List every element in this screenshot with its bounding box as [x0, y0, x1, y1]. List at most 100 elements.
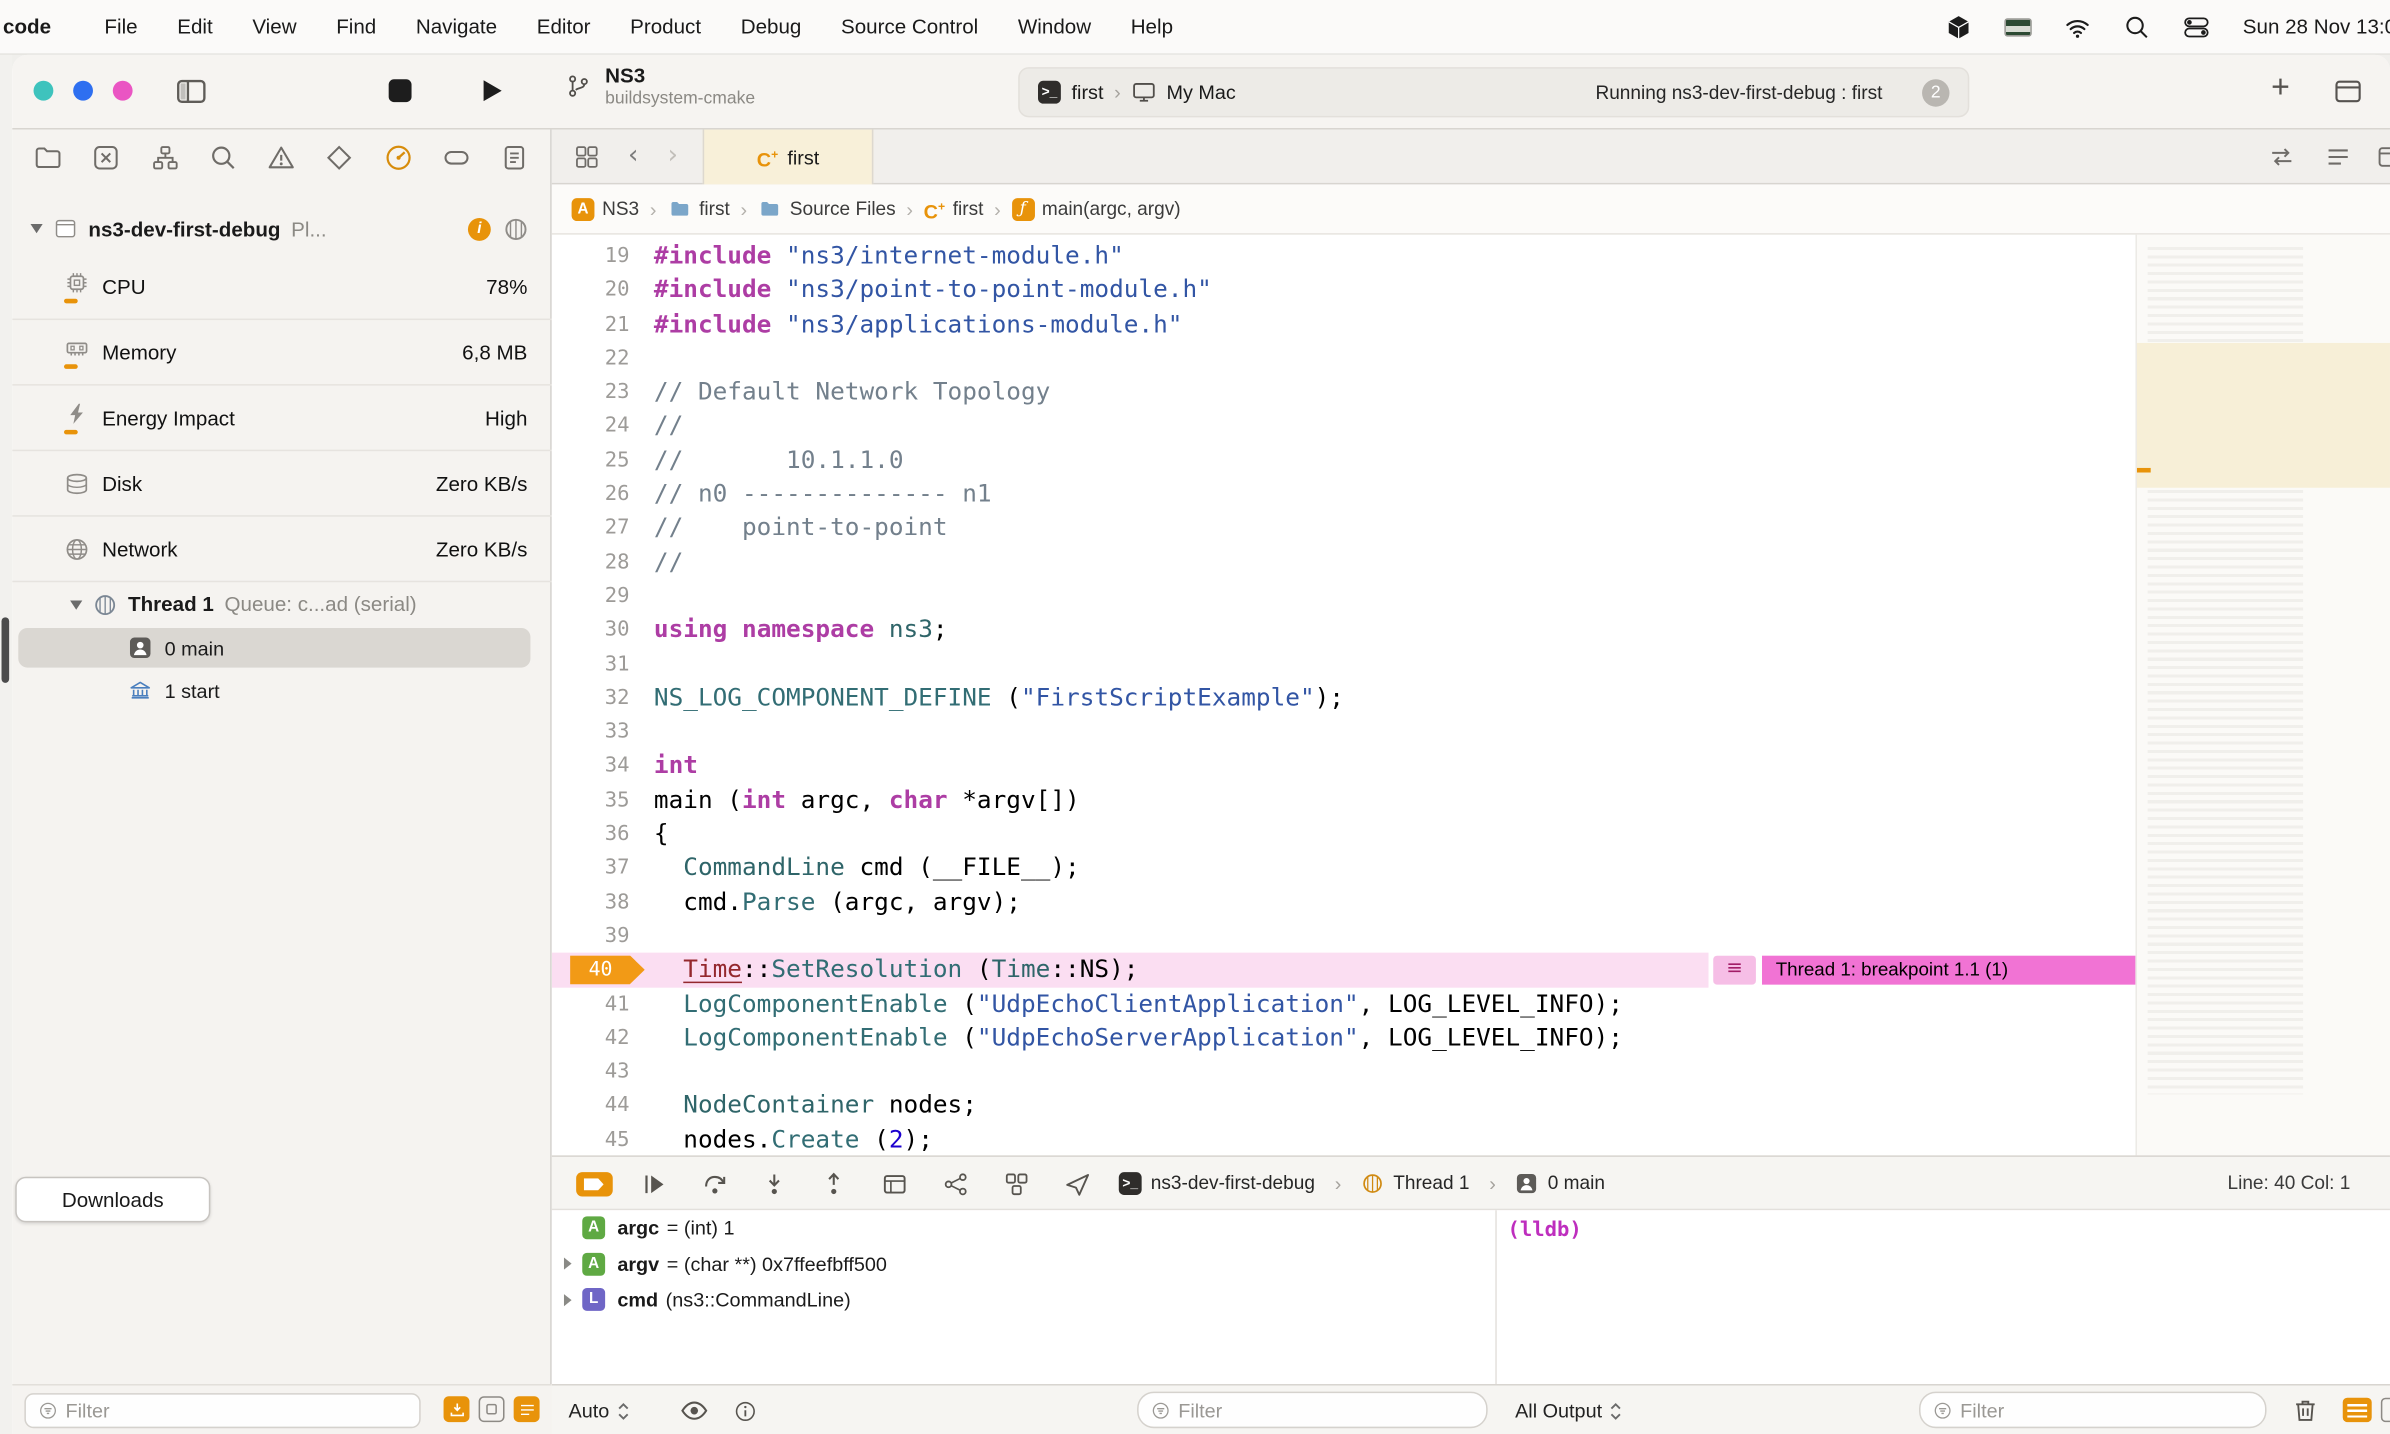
menu-item-view[interactable]: View: [233, 15, 317, 38]
gutter-line-number[interactable]: 28: [552, 545, 630, 579]
step-into-icon[interactable]: [761, 1171, 788, 1206]
variables-scope-selector[interactable]: Auto: [569, 1386, 631, 1434]
app-menu-title[interactable]: code: [0, 15, 51, 38]
console-output-selector[interactable]: All Output: [1515, 1386, 1623, 1434]
menu-item-navigate[interactable]: Navigate: [396, 15, 517, 38]
add-editor-icon[interactable]: [2376, 143, 2390, 170]
minimize-window-button[interactable]: [73, 80, 93, 101]
code-text[interactable]: #include "ns3/point-to-point-module.h": [654, 273, 1212, 307]
control-center-icon[interactable]: [2183, 13, 2210, 40]
gutter-line-number[interactable]: 30: [552, 613, 630, 647]
gutter-line-number[interactable]: 39: [552, 919, 630, 953]
menu-item-window[interactable]: Window: [998, 15, 1111, 38]
navigator-tab-issues-icon[interactable]: [267, 143, 296, 172]
step-over-icon[interactable]: [701, 1171, 728, 1206]
library-add-button[interactable]: +: [2271, 70, 2290, 107]
gutter-line-number[interactable]: 23: [552, 375, 630, 409]
spotlight-search-icon[interactable]: [2124, 13, 2151, 40]
navigator-tab-find-icon[interactable]: [208, 143, 237, 172]
breadcrumb-1[interactable]: A NS3: [571, 197, 639, 221]
menu-item-edit[interactable]: Edit: [157, 15, 232, 38]
navigator-tab-breakpoints-icon[interactable]: [442, 143, 471, 172]
gutter-line-number[interactable]: 29: [552, 579, 630, 613]
continue-execution-icon[interactable]: [640, 1171, 667, 1206]
wifi-icon[interactable]: [2064, 13, 2091, 40]
menu-item-source-control[interactable]: Source Control: [821, 15, 998, 38]
menu-item-product[interactable]: Product: [610, 15, 721, 38]
breakpoint-indicator[interactable]: 40: [570, 955, 645, 985]
menu-bar-clock[interactable]: Sun 28 Nov 13:0: [2243, 15, 2390, 38]
environment-overrides-icon[interactable]: [1003, 1171, 1030, 1206]
disclosure-triangle-icon[interactable]: [563, 1257, 572, 1271]
memory-graph-icon[interactable]: [942, 1171, 969, 1206]
run-button[interactable]: [477, 75, 506, 107]
gutter-line-number[interactable]: 43: [552, 1055, 630, 1089]
code-text[interactable]: #include "ns3/internet-module.h": [654, 239, 1124, 273]
breadcrumb-2[interactable]: first: [667, 198, 730, 219]
navigator-tab-tests-icon[interactable]: [325, 143, 354, 172]
variable-row-argv[interactable]: Aargv = (char **) 0x7ffeefbff500: [552, 1246, 1495, 1282]
debug-crumb-thread[interactable]: Thread 1: [1393, 1172, 1469, 1193]
gutter-line-number[interactable]: 41: [552, 987, 630, 1021]
breadcrumb-5[interactable]: ƒ main(argc, argv): [1011, 197, 1181, 221]
console-filter-field[interactable]: Filter: [1919, 1391, 2267, 1429]
code-text[interactable]: NodeContainer nodes;: [654, 1089, 977, 1123]
debug-crumb-process[interactable]: ns3-dev-first-debug: [1151, 1172, 1315, 1193]
menu-item-editor[interactable]: Editor: [517, 15, 610, 38]
gauge-row-network[interactable]: Network Zero KB/s: [12, 517, 552, 583]
related-items-icon[interactable]: [573, 143, 600, 170]
navigator-tab-symbols-icon[interactable]: [150, 143, 179, 172]
navigator-tab-reports-icon[interactable]: [500, 143, 529, 172]
gutter-line-number[interactable]: 27: [552, 511, 630, 545]
code-text[interactable]: #include "ns3/applications-module.h": [654, 307, 1183, 341]
gauge-row-energy-impact[interactable]: Energy Impact High: [12, 386, 552, 452]
gutter-line-number[interactable]: 45: [552, 1123, 630, 1155]
menu-item-find[interactable]: Find: [316, 15, 396, 38]
gutter-line-number[interactable]: 24: [552, 409, 630, 443]
code-text[interactable]: Time::SetResolution (Time::NS);: [654, 953, 1138, 987]
code-text[interactable]: NS_LOG_COMPONENT_DEFINE ("FirstScriptExa…: [654, 681, 1344, 715]
source-editor[interactable]: 19 #include "ns3/internet-module.h" 20 #inc…: [551, 234, 2390, 1156]
gutter-line-number[interactable]: 36: [552, 817, 630, 851]
flat-list-toggle-icon[interactable]: [478, 1396, 505, 1423]
stack-frame-main[interactable]: 0 main: [12, 626, 552, 669]
thread-row[interactable]: Thread 1 Queue: c...ad (serial): [70, 584, 527, 625]
stop-button[interactable]: [388, 79, 412, 103]
gauge-row-disk[interactable]: Disk Zero KB/s: [12, 451, 552, 517]
editor-options-icon[interactable]: [2324, 143, 2351, 170]
variable-row-argc[interactable]: Aargc = (int) 1: [552, 1210, 1495, 1246]
disclosure-chevron-icon[interactable]: [70, 599, 83, 609]
debug-pane-divider[interactable]: [1495, 1210, 1497, 1385]
debug-pane-toggle-icon[interactable]: [2380, 1397, 2390, 1423]
variable-row-cmd[interactable]: Lcmd (ns3::CommandLine): [552, 1282, 1495, 1318]
debug-crumb-frame[interactable]: 0 main: [1548, 1172, 1605, 1193]
close-window-button[interactable]: [33, 80, 54, 101]
menu-item-file[interactable]: File: [85, 15, 158, 38]
console-pane-toggle-icon[interactable]: [2342, 1397, 2372, 1423]
gauge-row-cpu[interactable]: CPU 78%: [12, 255, 552, 321]
window-edge-handle[interactable]: [1, 617, 10, 683]
run-destination-selector[interactable]: My Mac: [1166, 81, 1235, 104]
breakpoints-toggle-button[interactable]: [576, 1172, 613, 1197]
gauge-row-memory[interactable]: Memory 6,8 MB: [12, 320, 552, 386]
code-text[interactable]: LogComponentEnable ("UdpEchoServerApplic…: [654, 1021, 1623, 1055]
threads-ring-icon[interactable]: [503, 216, 529, 242]
gauge-filter-toggle-icon[interactable]: [443, 1396, 470, 1423]
gutter-line-number[interactable]: 35: [552, 783, 630, 817]
debug-process-row[interactable]: ns3-dev-first-debug Pl...: [30, 209, 533, 249]
view-ui-hierarchy-icon[interactable]: [881, 1171, 908, 1206]
variables-filter-field[interactable]: Filter: [1137, 1391, 1488, 1429]
gutter-line-number[interactable]: 25: [552, 443, 630, 477]
disclosure-chevron-icon[interactable]: [30, 224, 43, 234]
cube-menu-extra-icon[interactable]: [1946, 13, 1973, 40]
toggle-navigator-icon[interactable]: [174, 75, 209, 109]
code-text[interactable]: //: [654, 409, 683, 443]
code-text[interactable]: cmd.Parse (argc, argv);: [654, 885, 1021, 919]
code-text[interactable]: {: [654, 817, 669, 851]
gutter-line-number[interactable]: 34: [552, 749, 630, 783]
navigator-filter-field[interactable]: Filter: [24, 1393, 421, 1429]
keyboard-input-flag-icon[interactable]: [2005, 17, 2033, 36]
gutter-line-number[interactable]: 38: [552, 885, 630, 919]
navigator-tab-debug-icon[interactable]: [383, 143, 412, 172]
tab-first[interactable]: C+ first: [702, 129, 874, 185]
